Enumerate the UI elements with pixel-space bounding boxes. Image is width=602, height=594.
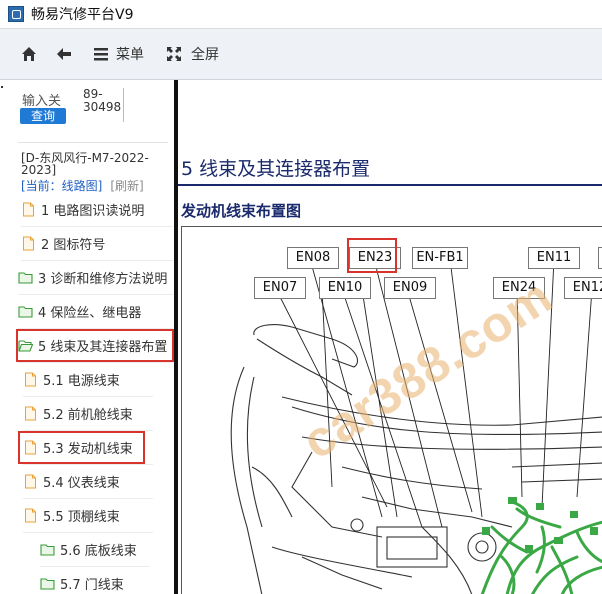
divider bbox=[18, 142, 168, 143]
tree-item[interactable]: 3 诊断和维修方法说明 bbox=[18, 260, 173, 295]
menu-button[interactable]: 菜单 bbox=[93, 29, 144, 79]
title-rule bbox=[178, 184, 602, 186]
tree-item[interactable]: 5.2 前机舱线束 bbox=[23, 396, 153, 431]
title-bar: 畅易汽修平台V9 bbox=[0, 0, 602, 29]
connector-label: EN10 bbox=[319, 277, 371, 299]
connector-highlight-box bbox=[347, 238, 397, 273]
document-icon bbox=[23, 508, 38, 523]
home-button[interactable] bbox=[21, 29, 37, 79]
app-logo-icon bbox=[8, 6, 24, 22]
tree-item-label: 5.4 仪表线束 bbox=[43, 475, 120, 491]
tree-item[interactable]: 2 图标符号 bbox=[21, 226, 173, 261]
search-button[interactable]: 查询 bbox=[20, 108, 66, 124]
connector-label: EN12 bbox=[564, 277, 602, 299]
tree-item-label: 4 保险丝、继电器 bbox=[38, 305, 142, 321]
sidebar: 输入关 查询 89-30498 [D-东风风行-M7-2022-2023] [当… bbox=[0, 80, 174, 594]
selection-highlight-box bbox=[18, 431, 145, 464]
back-button[interactable] bbox=[56, 29, 72, 79]
vehicle-model: [D-东风风行-M7-2022-2023] bbox=[21, 151, 149, 177]
tree-item-label: 3 诊断和维修方法说明 bbox=[38, 271, 168, 287]
fullscreen-icon bbox=[167, 47, 181, 61]
tree-item[interactable]: 5.7 门线束 bbox=[40, 566, 150, 594]
tree-item-label: 1 电路图识读说明 bbox=[41, 203, 145, 219]
section-title: 5 线束及其连接器布置 bbox=[181, 158, 371, 180]
toolbar: 菜单 全屏 bbox=[0, 29, 602, 80]
search-area: 输入关 查询 89-30498 bbox=[0, 80, 174, 132]
tree-item-label: 5.7 门线束 bbox=[60, 577, 124, 593]
tree-item[interactable]: 4 保险丝、继电器 bbox=[18, 294, 173, 329]
search-label: 输入关 bbox=[22, 94, 62, 109]
search-input[interactable]: 89-30498 bbox=[78, 88, 124, 122]
connector-label: EN-FB1 bbox=[412, 247, 468, 269]
arrow-left-icon bbox=[57, 48, 71, 60]
fullscreen-label: 全屏 bbox=[191, 47, 219, 63]
connector-label: EN11 bbox=[528, 247, 580, 269]
tree-item[interactable]: 5.6 底板线束 bbox=[40, 532, 150, 567]
tree-item[interactable]: 5.1 电源线束 bbox=[23, 362, 153, 397]
tree-item-label: 5.6 底板线束 bbox=[60, 543, 137, 559]
tree-item-label: 5.5 顶棚线束 bbox=[43, 509, 120, 525]
menu-icon bbox=[94, 48, 108, 61]
fullscreen-button[interactable]: 全屏 bbox=[166, 29, 219, 79]
document-icon bbox=[23, 474, 38, 489]
refresh-link[interactable]: [刷新] bbox=[110, 179, 143, 193]
connector-label: EN08 bbox=[287, 247, 339, 269]
harness-diagram[interactable]: EN08 EN23 EN-FB1 EN11 EN07 EN10 EN09 EN2… bbox=[181, 226, 602, 594]
document-view: 5 线束及其连接器布置 发动机线束布置图 EN08 EN23 EN-FB1 EN… bbox=[178, 80, 602, 594]
bullet-dot bbox=[1, 86, 3, 88]
connector-label: EN07 bbox=[254, 277, 306, 299]
tree-item-label: 5.2 前机舱线束 bbox=[43, 407, 133, 423]
tree-item-label: 2 图标符号 bbox=[41, 237, 106, 253]
document-icon bbox=[21, 236, 36, 251]
connector-label-cut bbox=[598, 247, 602, 269]
folder-icon bbox=[18, 270, 33, 285]
tree-item[interactable]: 5.4 仪表线束 bbox=[23, 464, 153, 499]
document-icon bbox=[23, 372, 38, 387]
subsection-title: 发动机线束布置图 bbox=[181, 202, 302, 220]
selection-highlight-box bbox=[16, 329, 174, 362]
folder-icon bbox=[40, 576, 55, 591]
folder-icon bbox=[18, 304, 33, 319]
tree-item-label: 5.1 电源线束 bbox=[43, 373, 120, 389]
connector-label: EN09 bbox=[384, 277, 436, 299]
menu-label: 菜单 bbox=[116, 47, 144, 63]
document-icon bbox=[21, 202, 36, 217]
tree-item[interactable]: 5.5 顶棚线束 bbox=[23, 498, 153, 533]
current-view-link[interactable]: [当前：线路图] bbox=[21, 179, 102, 193]
tree-item[interactable]: 1 电路图识读说明 bbox=[21, 192, 173, 227]
folder-icon bbox=[40, 542, 55, 557]
home-icon bbox=[22, 47, 36, 61]
document-icon bbox=[23, 406, 38, 421]
window-title: 畅易汽修平台V9 bbox=[31, 7, 134, 23]
